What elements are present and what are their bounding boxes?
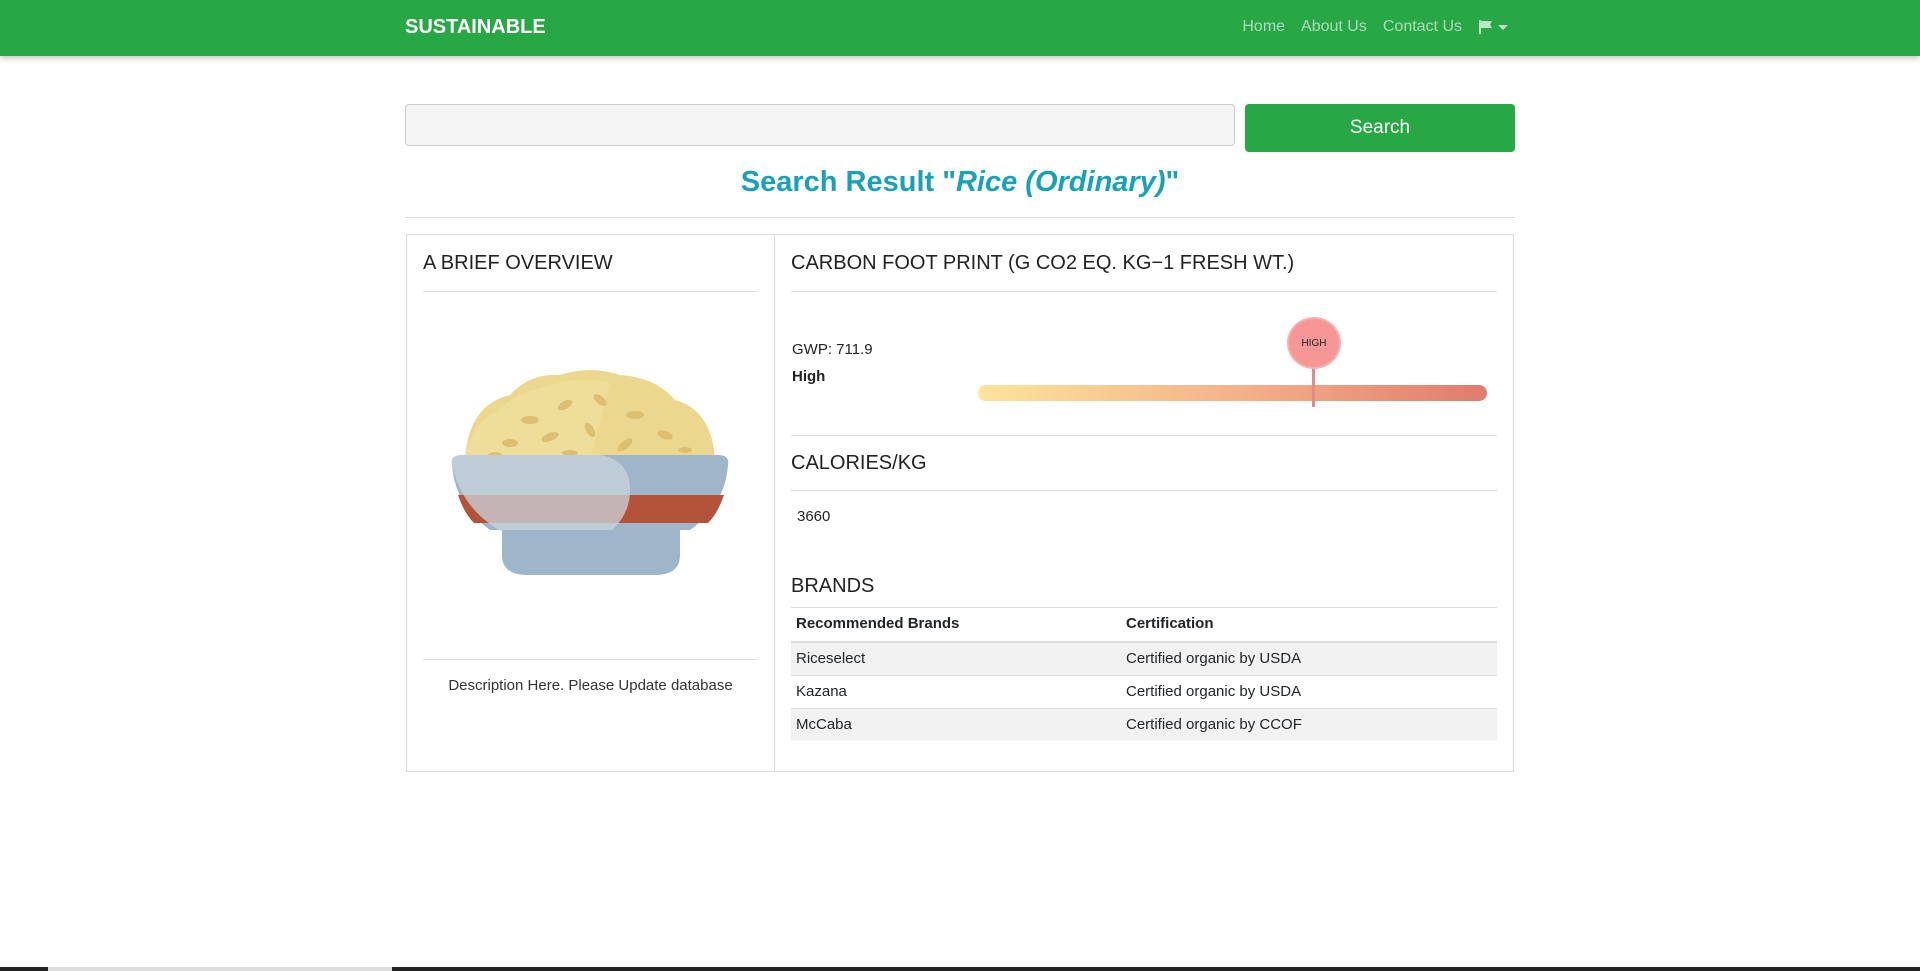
nav-contact-link[interactable]: Contact Us <box>1383 18 1462 36</box>
result-query: Rice (Ordinary) <box>955 166 1166 198</box>
brand-name: McCaba <box>791 707 1121 741</box>
column-header-certification: Certification <box>1121 607 1497 643</box>
chevron-down-icon <box>1498 24 1508 30</box>
table-header-row: Recommended Brands Certification <box>791 607 1497 643</box>
brand-certification: Certified organic by USDA <box>1121 641 1497 675</box>
brands-heading: BRANDS <box>791 575 875 597</box>
table-row: Riceselect Certified organic by USDA <box>791 641 1497 675</box>
flag-icon <box>1479 20 1492 34</box>
result-prefix: Search Result " <box>740 166 956 198</box>
calories-value: 3660 <box>797 508 831 525</box>
nav-home-link[interactable]: Home <box>1242 18 1285 36</box>
brand-certification: Certified organic by USDA <box>1121 674 1497 708</box>
gauge-pin-marker: HIGH <box>1286 317 1341 369</box>
top-navbar: SUSTAINABLE Home About Us Contact Us <box>0 0 1920 56</box>
table-row: McCaba Certified organic by CCOF <box>791 707 1497 741</box>
language-dropdown[interactable] <box>1478 19 1508 35</box>
divider <box>405 217 1515 218</box>
gwp-value: GWP: 711.9 <box>792 341 873 358</box>
nav-links: Home About Us Contact Us <box>1242 18 1508 36</box>
carbon-gauge-bar <box>978 385 1487 401</box>
brand-certification: Certified organic by CCOF <box>1121 707 1497 741</box>
gauge-pin-line <box>1312 363 1316 407</box>
divider <box>791 435 1497 436</box>
search-input[interactable] <box>405 104 1235 146</box>
nav-about-link[interactable]: About Us <box>1301 18 1367 36</box>
column-header-brand: Recommended Brands <box>791 607 1121 643</box>
brands-table: Recommended Brands Certification Ricesel… <box>791 607 1497 741</box>
divider <box>423 659 758 660</box>
gwp-readout: GWP: 711.9 High <box>792 336 873 390</box>
overview-heading: A BRIEF OVERVIEW <box>423 252 613 274</box>
calories-heading: CALORIES/KG <box>791 452 927 474</box>
gwp-level: High <box>792 368 826 385</box>
carbon-heading: CARBON FOOT PRINT (G CO2 EQ. KG−1 FRESH … <box>791 252 1295 274</box>
rice-bowl-icon <box>451 370 729 575</box>
bottom-edge-segment <box>48 967 392 971</box>
overview-description: Description Here. Please Update database <box>448 677 733 694</box>
divider <box>791 291 1497 292</box>
divider <box>791 490 1497 491</box>
result-suffix: " <box>1165 166 1180 198</box>
brand-name: Riceselect <box>791 641 1121 675</box>
brand-name: Kazana <box>791 674 1121 708</box>
search-button[interactable]: Search <box>1245 104 1515 152</box>
search-result-title: Search Result "Rice (Ordinary)" <box>405 166 1515 199</box>
table-row: Kazana Certified organic by USDA <box>791 674 1497 708</box>
divider <box>423 291 758 292</box>
brand-logo[interactable]: SUSTAINABLE <box>405 16 546 39</box>
